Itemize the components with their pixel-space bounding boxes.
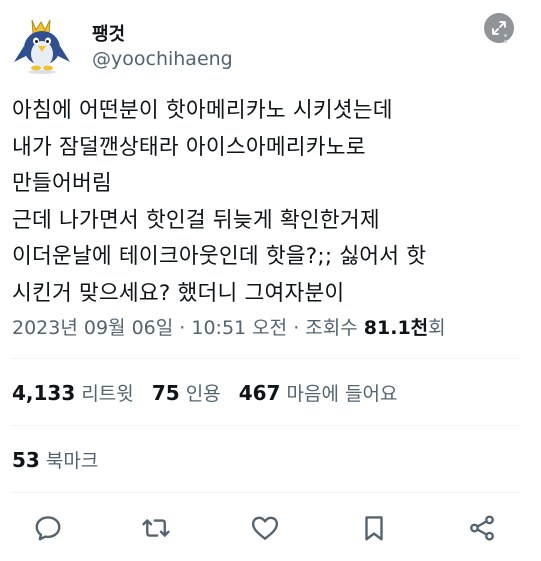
quotes-stat[interactable]: 75 인용: [151, 381, 221, 405]
retweets-stat[interactable]: 4,133 리트윗: [12, 381, 134, 405]
expand-button[interactable]: [484, 13, 514, 43]
action-bar: [0, 510, 541, 550]
share-icon: [470, 515, 494, 541]
share-button[interactable]: [464, 510, 500, 546]
heart-icon: [251, 516, 279, 540]
penguin-avatar-image: [14, 19, 70, 74]
retweet-icon: [142, 519, 170, 537]
bookmarks-stat: 53 북마크: [12, 446, 98, 473]
avatar[interactable]: [12, 16, 72, 76]
views-label: 조회수: [305, 317, 358, 339]
bookmarks-count: 53: [12, 448, 40, 472]
user-handle[interactable]: @yoochihaeng: [92, 48, 233, 70]
likes-stat[interactable]: 467 마음에 들어요: [238, 381, 398, 405]
bookmark-button[interactable]: [356, 510, 392, 546]
tweet-date[interactable]: 2023년 09월 06일: [12, 317, 173, 339]
meta-separator: ·: [293, 317, 300, 339]
divider: [12, 425, 520, 426]
retweet-button[interactable]: [138, 510, 174, 546]
bookmarks-label: 북마크: [45, 450, 99, 472]
engagement-stats: 4,133 리트윗 75 인용 467 마음에 들어요: [12, 379, 409, 406]
tweet-detail: 팽것 @yoochihaeng 아침에 어떤분이 핫아메리카노 시키셧는데 내가…: [0, 0, 541, 561]
quotes-label: 인용: [185, 383, 221, 405]
display-name[interactable]: 팽것: [92, 20, 125, 46]
tweet-time[interactable]: 10:51 오전: [191, 317, 287, 339]
tweet-meta: 2023년 09월 06일 · 10:51 오전 · 조회수 81.1천회: [12, 313, 446, 340]
retweets-count: 4,133: [12, 381, 76, 405]
likes-label: 마음에 들어요: [286, 383, 398, 405]
bookmark-icon: [365, 516, 383, 541]
tweet-text: 아침에 어떤분이 핫아메리카노 시키셧는데 내가 잠덜깬상태라 아이스아메리카노…: [12, 98, 427, 306]
divider: [12, 492, 520, 493]
likes-count: 467: [238, 381, 281, 405]
views-count: 81.1천: [363, 317, 429, 339]
meta-separator: ·: [179, 317, 186, 339]
reply-icon: [35, 516, 61, 541]
like-button[interactable]: [247, 510, 283, 546]
reply-button[interactable]: [30, 510, 66, 546]
retweets-label: 리트윗: [81, 383, 134, 405]
scroll-indicator: [504, 34, 508, 48]
divider: [12, 358, 520, 359]
quotes-count: 75: [151, 381, 180, 405]
views-suffix: 회: [428, 317, 446, 339]
